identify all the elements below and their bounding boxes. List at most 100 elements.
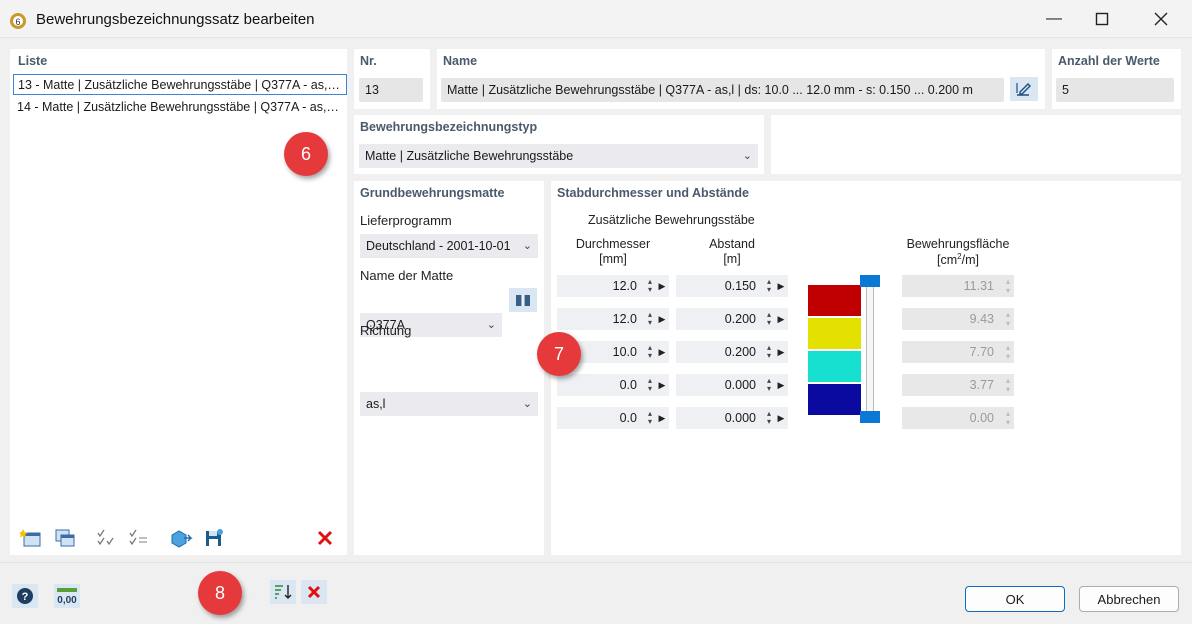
spin-arrows-icon: ▴ ▾ — [1005, 310, 1010, 328]
export-icon[interactable] — [168, 526, 194, 550]
diameter-spin[interactable]: 12.0 ▴ ▾ ▶ — [557, 275, 669, 297]
units-icon[interactable]: 0,00 — [54, 584, 80, 608]
close-icon[interactable] — [1147, 6, 1175, 32]
play-arrow-icon[interactable]: ▶ — [774, 281, 788, 292]
area-field: 0.00 ▴ ▾ — [902, 407, 1014, 429]
spin-arrows-icon[interactable]: ▴ ▾ — [764, 377, 774, 393]
play-arrow-icon[interactable]: ▶ — [774, 413, 788, 424]
area-field-value: 7.70 — [969, 345, 994, 359]
program-select[interactable]: Deutschland - 2001-10-01 ⌄ — [360, 234, 538, 258]
spin-arrows-icon[interactable]: ▴ ▾ — [645, 377, 655, 393]
diameter-spin-value: 0.0 — [619, 411, 637, 425]
spacing-spin[interactable]: 0.000 ▴ ▾ ▶ — [676, 374, 788, 396]
check-all-icon[interactable] — [94, 526, 120, 550]
col-spacing: Abstand — [709, 237, 755, 251]
spacing-spin-value: 0.150 — [724, 279, 756, 293]
list-header: Liste — [18, 54, 48, 68]
range-handle-top[interactable] — [860, 275, 880, 287]
maximize-icon[interactable] — [1088, 6, 1116, 32]
title-bar: 6 Bewehrungsbezeichnungssatz bearbeiten … — [0, 0, 1192, 38]
play-arrow-icon[interactable]: ▶ — [774, 380, 788, 391]
cancel-button[interactable]: Abbrechen — [1079, 586, 1179, 612]
spin-arrows-icon: ▴ ▾ — [1005, 343, 1010, 361]
svg-text:?: ? — [22, 591, 29, 603]
app-icon: 6 — [8, 10, 28, 30]
save-icon[interactable] — [201, 526, 227, 550]
spin-arrows-icon: ▴ ▾ — [1005, 409, 1010, 427]
play-arrow-icon[interactable]: ▶ — [655, 281, 669, 292]
play-arrow-icon[interactable]: ▶ — [655, 380, 669, 391]
diameter-spin[interactable]: 12.0 ▴ ▾ ▶ — [557, 308, 669, 330]
name-panel: Name Matte | Zusätzliche Bewehrungsstäbe… — [437, 49, 1045, 109]
spacing-spin[interactable]: 0.150 ▴ ▾ ▶ — [676, 275, 788, 297]
area-field: 7.70 ▴ ▾ — [902, 341, 1014, 363]
play-arrow-icon[interactable]: ▶ — [655, 314, 669, 325]
spin-arrows-icon[interactable]: ▴ ▾ — [645, 344, 655, 360]
type-select[interactable]: Matte | Zusätzliche Bewehrungsstäbe ⌄ — [359, 144, 758, 168]
col-spacing-unit: [m] — [723, 252, 741, 266]
play-arrow-icon[interactable]: ▶ — [774, 314, 788, 325]
ok-button[interactable]: OK — [965, 586, 1065, 612]
step-badge-8: 8 — [198, 571, 242, 615]
play-arrow-icon[interactable]: ▶ — [774, 347, 788, 358]
spacing-spin[interactable]: 0.000 ▴ ▾ ▶ — [676, 407, 788, 429]
spacing-spin[interactable]: 0.200 ▴ ▾ ▶ — [676, 308, 788, 330]
type-select-value: Matte | Zusätzliche Bewehrungsstäbe — [365, 149, 574, 163]
step-badge-6: 6 — [284, 132, 328, 176]
chevron-down-icon: ⌄ — [522, 398, 532, 410]
help-icon[interactable]: ? — [12, 584, 38, 608]
spacing-spin-value: 0.000 — [724, 378, 756, 392]
spacing-spin-value: 0.200 — [724, 312, 756, 326]
area-field: 9.43 ▴ ▾ — [902, 308, 1014, 330]
dir-select[interactable]: as,l ⌄ — [360, 392, 538, 416]
list-item[interactable]: 13 - Matte | Zusätzliche Bewehrungsstäbe… — [13, 74, 347, 95]
col-area-unit: [cm2/m] — [937, 252, 979, 268]
uncheck-all-icon[interactable] — [126, 526, 152, 550]
spin-arrows-icon: ▴ ▾ — [1005, 277, 1010, 295]
diameter-spin-value: 0.0 — [619, 378, 637, 392]
play-arrow-icon[interactable]: ▶ — [655, 347, 669, 358]
spin-arrows-icon[interactable]: ▴ ▾ — [764, 278, 774, 294]
diameter-spin[interactable]: 0.0 ▴ ▾ ▶ — [557, 374, 669, 396]
area-field-value: 0.00 — [969, 411, 994, 425]
type-panel: Bewehrungsbezeichnungstyp Matte | Zusätz… — [354, 115, 764, 174]
spacing-spin-value: 0.200 — [724, 345, 756, 359]
spacing-spin[interactable]: 0.200 ▴ ▾ ▶ — [676, 341, 788, 363]
spin-arrows-icon[interactable]: ▴ ▾ — [764, 311, 774, 327]
range-track — [866, 279, 874, 417]
sort-icon[interactable] — [270, 580, 296, 604]
clear-icon[interactable] — [301, 580, 327, 604]
spin-arrows-icon[interactable]: ▴ ▾ — [645, 311, 655, 327]
nr-field: 13 — [359, 78, 423, 102]
edit-name-icon[interactable] — [1010, 77, 1038, 101]
spin-arrows-icon[interactable]: ▴ ▾ — [764, 410, 774, 426]
nr-panel: Nr. 13 — [354, 49, 430, 109]
new-item-icon[interactable] — [18, 526, 44, 550]
chevron-down-icon: ⌄ — [486, 319, 496, 331]
library-icon[interactable] — [509, 288, 537, 312]
program-select-value: Deutschland - 2001-10-01 — [366, 239, 511, 253]
diameter-spin-value: 12.0 — [612, 279, 637, 293]
nr-header: Nr. — [360, 54, 377, 68]
bars-subheader: Zusätzliche Bewehrungsstäbe — [588, 213, 755, 227]
color-swatch-3 — [808, 351, 861, 384]
count-header: Anzahl der Werte — [1058, 54, 1160, 68]
spin-arrows-icon[interactable]: ▴ ▾ — [645, 410, 655, 426]
area-field: 3.77 ▴ ▾ — [902, 374, 1014, 396]
color-swatch-2 — [808, 318, 861, 351]
minimize-icon[interactable]: — — [1040, 6, 1068, 32]
list-panel: Liste 13 - Matte | Zusätzliche Bewehrung… — [10, 49, 347, 555]
spin-arrows-icon: ▴ ▾ — [1005, 376, 1010, 394]
copy-item-icon[interactable] — [52, 526, 78, 550]
area-field-value: 3.77 — [969, 378, 994, 392]
color-swatch-4 — [808, 384, 861, 417]
count-panel: Anzahl der Werte 5 — [1052, 49, 1181, 109]
range-handle-bottom[interactable] — [860, 411, 880, 423]
play-arrow-icon[interactable]: ▶ — [655, 413, 669, 424]
list-item[interactable]: 14 - Matte | Zusätzliche Bewehrungsstäbe… — [13, 97, 347, 118]
spin-arrows-icon[interactable]: ▴ ▾ — [645, 278, 655, 294]
diameter-spin[interactable]: 0.0 ▴ ▾ ▶ — [557, 407, 669, 429]
delete-icon[interactable] — [312, 526, 338, 550]
spin-arrows-icon[interactable]: ▴ ▾ — [764, 344, 774, 360]
col-diameter-unit: [mm] — [599, 252, 627, 266]
